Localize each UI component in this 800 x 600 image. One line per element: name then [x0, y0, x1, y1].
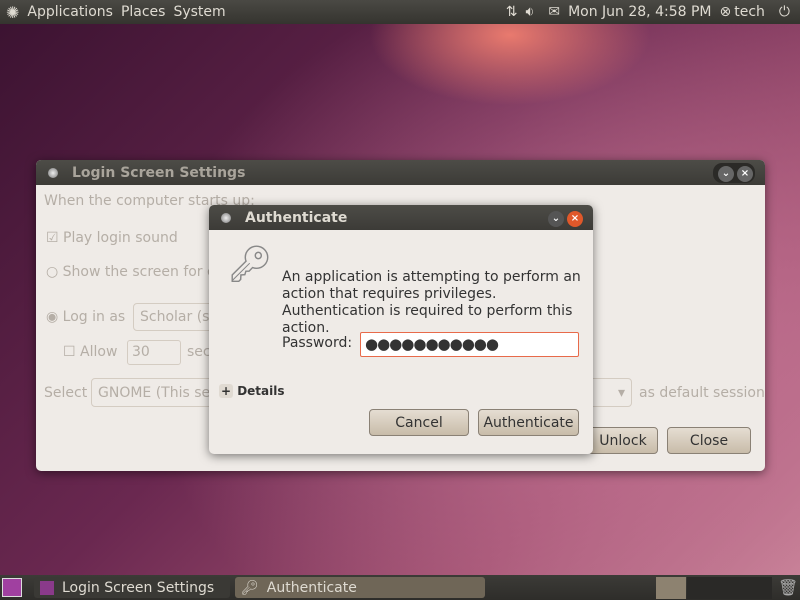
select-label: Select — [44, 385, 88, 401]
power-icon[interactable]: ⏻ — [779, 4, 790, 20]
auth-message: An application is attempting to perform … — [282, 269, 581, 336]
user-name[interactable]: tech — [734, 4, 765, 20]
workspace-1[interactable] — [656, 577, 686, 599]
menu-places[interactable]: Places — [121, 4, 166, 20]
dropdown-arrow-icon: ▾ — [617, 385, 625, 401]
minimize-icon[interactable]: ⌄ — [718, 165, 734, 182]
top-panel: ✺ Applications Places System ⇅ 🔉︎ ✉ Mon … — [0, 0, 800, 24]
bottom-panel: Login Screen Settings 🔑︎ Authenticate 🗑︎ — [0, 575, 800, 600]
authenticate-dialog: Authenticate ⌄ × 🔑︎ An application is att… — [209, 205, 593, 454]
show-desktop-icon[interactable] — [2, 578, 22, 597]
session-value: GNOME (This ses — [98, 385, 218, 401]
taskbar-item-login-screen-settings[interactable]: Login Screen Settings — [34, 577, 230, 598]
window-title: Login Screen Settings — [72, 164, 246, 181]
window-icon — [48, 167, 58, 178]
user-status-icon[interactable]: ⊗ — [720, 4, 732, 20]
show-screen-label: Show the screen for ch — [62, 264, 224, 280]
workspace-switcher[interactable] — [687, 577, 772, 599]
play-sound-checkbox[interactable]: ☑ Play login sound — [46, 230, 178, 246]
allow-checkbox[interactable]: ☐ Allow — [63, 344, 117, 360]
mail-icon[interactable]: ✉ — [548, 4, 560, 20]
settings-app-icon — [40, 580, 54, 595]
close-button[interactable]: Close — [667, 427, 751, 454]
menu-system[interactable]: System — [173, 4, 225, 20]
show-screen-radio[interactable]: ○ Show the screen for ch — [46, 264, 224, 280]
allow-label: Allow — [80, 344, 118, 360]
details-expander[interactable]: + Details — [219, 384, 285, 398]
volume-icon[interactable]: 🔉︎ — [526, 4, 535, 20]
keys-icon: 🔑︎ — [227, 244, 273, 285]
ubuntu-logo-icon[interactable]: ✺ — [6, 3, 19, 22]
authenticate-button[interactable]: Authenticate — [478, 409, 579, 436]
password-input[interactable]: ●●●●●●●●●●● — [360, 332, 579, 357]
taskbar-item-authenticate[interactable]: 🔑︎ Authenticate — [235, 577, 485, 598]
cancel-button[interactable]: Cancel — [369, 409, 469, 436]
play-sound-label: Play login sound — [63, 230, 178, 246]
taskbar-label: Authenticate — [266, 579, 357, 596]
network-icon[interactable]: ⇅ — [506, 4, 518, 20]
password-label: Password: — [282, 335, 353, 351]
clock[interactable]: Mon Jun 28, 4:58 PM — [568, 4, 711, 20]
details-label: Details — [237, 384, 285, 398]
seconds-spinner[interactable]: 30 — [127, 340, 181, 365]
keys-icon: 🔑︎ — [241, 579, 259, 596]
trash-icon[interactable]: 🗑︎ — [778, 578, 798, 597]
seconds-value: 30 — [132, 344, 150, 360]
plus-icon: + — [219, 384, 233, 398]
login-as-label: Log in as — [62, 309, 126, 325]
unlock-button[interactable]: Unlock — [588, 427, 658, 454]
close-dialog-icon[interactable]: × — [567, 210, 583, 227]
dialog-title: Authenticate — [245, 209, 348, 226]
seconds-label: sec — [187, 344, 211, 360]
minimize-icon[interactable]: ⌄ — [548, 210, 564, 227]
menu-applications[interactable]: Applications — [27, 4, 113, 20]
login-as-radio[interactable]: ◉ Log in as — [46, 309, 125, 325]
default-session-label: as default session — [639, 385, 765, 401]
taskbar-label: Login Screen Settings — [62, 579, 215, 596]
close-window-icon[interactable]: × — [737, 165, 753, 182]
window-icon — [221, 212, 231, 223]
